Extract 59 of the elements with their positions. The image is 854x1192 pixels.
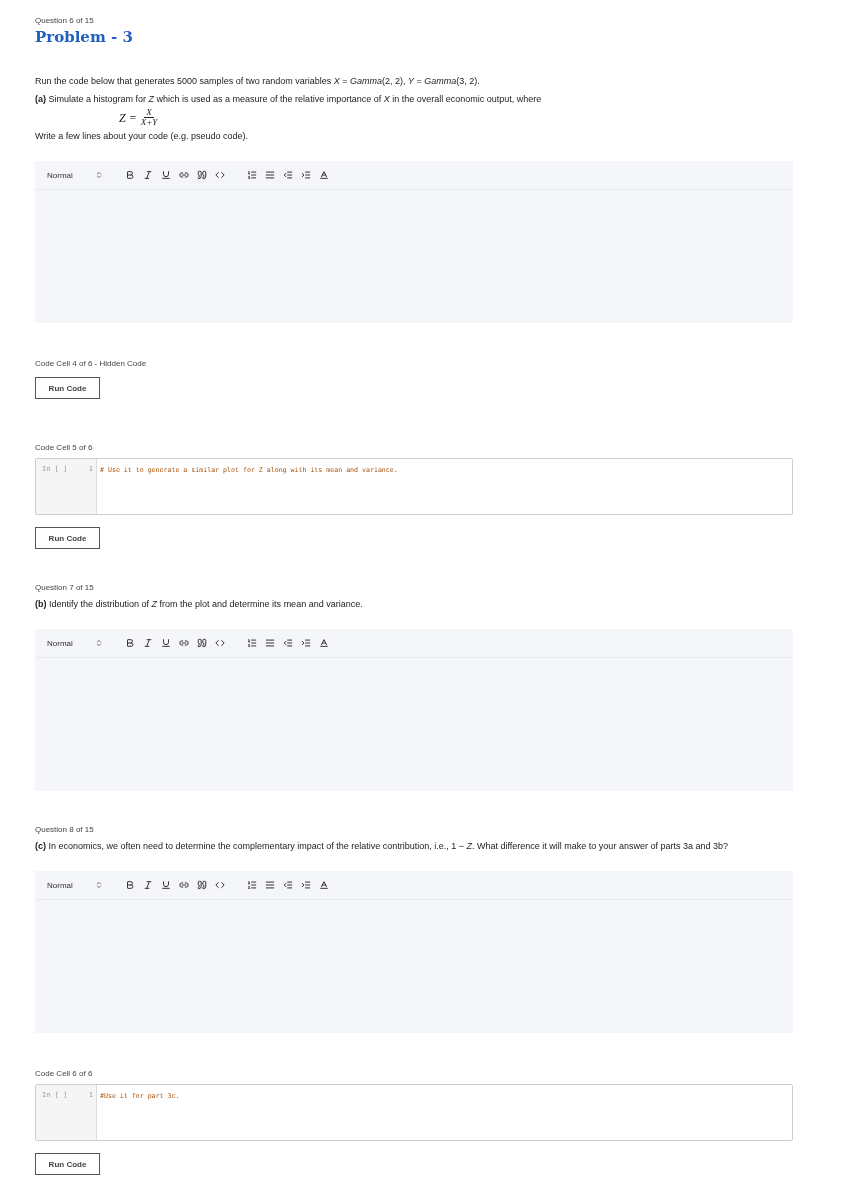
ordered-list-icon[interactable] [246,638,257,648]
code-cell-label: Code Cell 6 of 6 [35,1069,93,1078]
up-down-caret-icon [94,639,103,647]
quote-icon[interactable] [196,880,207,890]
rich-text-editor[interactable]: Normal [35,161,793,323]
italic-icon[interactable] [142,880,153,890]
question-counter: Question 7 of 15 [35,583,95,592]
run-code-button[interactable]: Run Code [35,527,100,549]
problem-title: Problem - 3 [35,28,134,46]
indent-icon[interactable] [300,170,311,180]
italic-icon[interactable] [142,638,153,648]
format-select[interactable]: Normal [47,638,103,648]
ordered-list-icon[interactable] [246,880,257,890]
bold-icon[interactable] [124,880,135,890]
bold-icon[interactable] [124,170,135,180]
quote-icon[interactable] [196,638,207,648]
link-icon[interactable] [178,880,189,890]
bold-icon[interactable] [124,638,135,648]
question-counter: Question 8 of 15 [35,825,95,834]
question-counter: Question 6 of 15 [35,16,95,25]
code-icon[interactable] [214,170,225,180]
text-color-icon[interactable] [318,638,329,648]
outdent-icon[interactable] [282,638,293,648]
up-down-caret-icon [94,881,103,889]
underline-icon[interactable] [160,170,171,180]
quote-icon[interactable] [196,170,207,180]
link-icon[interactable] [178,170,189,180]
rich-text-editor[interactable]: Normal [35,629,793,791]
text-color-icon[interactable] [318,880,329,890]
list-icon[interactable] [264,638,275,648]
rich-text-editor[interactable]: Normal [35,871,793,1033]
ordered-list-icon[interactable] [246,170,257,180]
code-cell-label: Code Cell 5 of 6 [35,443,93,452]
up-down-caret-icon [94,171,103,179]
question-text: (b) Identify the distribution of Z from the plot and determine its mean and variance. [35,598,364,611]
question-text: (c) In economics, we often need to determine the complementary impact of the relative contribution, i.e., 1 − Z. What difference it will make to your answer of parts 3a and 3b? [35,840,729,853]
run-code-button[interactable]: Run Code [35,377,100,399]
formula-lhs: Z = [119,110,137,125]
question-text: (a) Simulate a histogram for Z which is used as a measure of the relative importance of X in the overall economic output, where [35,93,543,106]
run-code-button[interactable]: Run Code [35,1153,100,1175]
format-select[interactable]: Normal [47,880,103,890]
list-icon[interactable] [264,170,275,180]
code-cell-label: Code Cell 4 of 6 - Hidden Code [35,359,147,368]
underline-icon[interactable] [160,638,171,648]
code-icon[interactable] [214,638,225,648]
fraction: X X+Y [140,108,158,127]
list-icon[interactable] [264,880,275,890]
indent-icon[interactable] [300,880,311,890]
outdent-icon[interactable] [282,170,293,180]
link-icon[interactable] [178,638,189,648]
format-select[interactable]: Normal [47,170,103,180]
code-icon[interactable] [214,880,225,890]
text-color-icon[interactable] [318,170,329,180]
underline-icon[interactable] [160,880,171,890]
outdent-icon[interactable] [282,880,293,890]
question-text: Run the code below that generates 5000 samples of two random variables X = Gamma(2, 2), Y = Gamma(3, 2). [35,75,481,88]
italic-icon[interactable] [142,170,153,180]
question-text: Write a few lines about your code (e.g. pseudo code). [35,130,249,143]
indent-icon[interactable] [300,638,311,648]
